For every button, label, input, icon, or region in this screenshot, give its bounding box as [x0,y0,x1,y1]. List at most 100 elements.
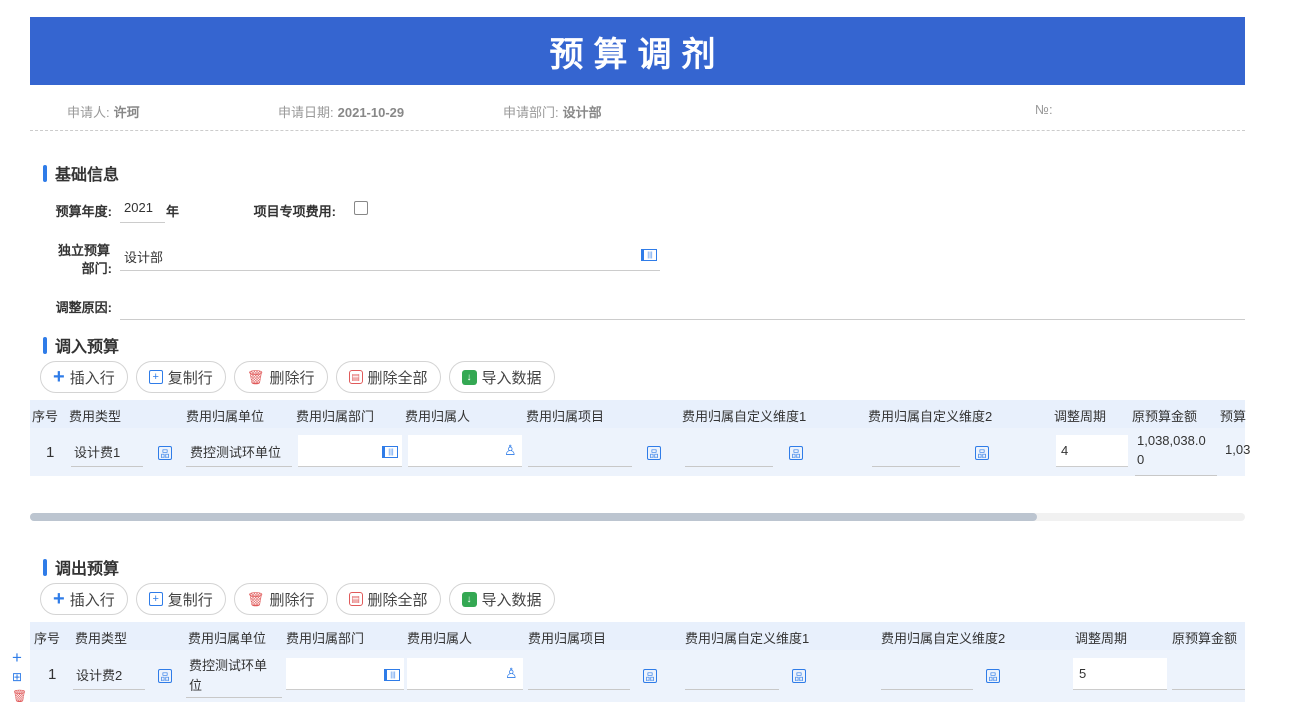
tree-picker-icon[interactable]: 品 [789,446,803,460]
reason-input[interactable] [120,319,1245,320]
year-underline [120,222,165,223]
user-icon[interactable]: ♙ [505,665,518,682]
col-no: 序号 [34,631,61,646]
col-person: 费用归属人 [407,631,473,646]
section-basic-title: 基础信息 [55,167,120,184]
col-dim1: 费用归属自定义维度1 [682,409,807,424]
out-table-row: 1 设计费2 品 费控测试环单 位 ||| ♙ 品 品 品 5 [30,650,1245,702]
tree-picker-icon[interactable]: 品 [792,669,806,683]
col-person: 费用归属人 [405,409,471,424]
dim1-field[interactable] [685,434,773,467]
type-value: 设计费2 [76,668,123,683]
tree-picker-icon[interactable]: 品 [158,446,172,460]
row-delete-icon[interactable]: 🗑 [12,689,27,703]
section-out-title: 调出预算 [55,561,120,578]
orig-amount-line1: 1,038,038.0 [1137,433,1206,448]
col-type: 费用类型 [75,631,128,646]
col-type: 费用类型 [69,409,122,424]
copy-label: 复制行 [167,591,213,609]
user-icon[interactable]: ♙ [504,442,517,459]
row-no: 1 [48,666,57,683]
row-add-icon[interactable]: + [12,648,22,668]
year-unit: 年 [166,204,180,219]
col-project: 费用归属项目 [528,631,607,646]
unit-value-line1: 费控测试环单 [189,658,268,673]
dept-value: 设计部 [562,105,602,120]
col-no: 序号 [32,409,59,424]
col-unit: 费用归属单位 [186,409,265,424]
dept-picker-icon[interactable]: ||| [382,446,398,458]
insert-row-button[interactable]: + 插入行 [40,583,128,615]
section-in-title: 调入预算 [55,339,120,356]
col-orig-amount: 原预算金额 [1132,409,1198,424]
reason-label: 调整原因: [55,300,112,315]
project-checkbox[interactable] [354,201,368,215]
year-input[interactable]: 2021 [124,200,153,215]
col-project: 费用归属项目 [526,409,605,424]
applicant-label: 申请人: [67,105,110,120]
year-label: 预算年度: [55,204,112,219]
row-copy-icon[interactable]: ⊞ [12,670,22,684]
delete-row-button[interactable]: 🗑 删除行 [233,583,328,615]
delete-label: 删除行 [269,591,315,609]
in-budget-toolbar: + 插入行 + 复制行 🗑 删除行 ▤ 删除全部 ↓ 导入数据 [40,361,555,393]
insert-label: 插入行 [69,369,115,387]
col-dim2: 费用归属自定义维度2 [881,631,1006,646]
section-marker [43,336,47,354]
title-banner: 预算调剂 [30,17,1245,85]
tree-picker-icon[interactable]: 品 [643,669,657,683]
indep-dept-input[interactable]: 设计部 [124,247,163,266]
row-no: 1 [46,444,55,461]
indep-dept-underline [120,270,660,271]
dept-label: 申请部门: [503,105,559,120]
in-table-row: 1 设计费1 品 费控测试环单位 ||| ♙ 品 品 品 4 1,038,038… [30,428,1250,476]
import-data-button[interactable]: ↓ 导入数据 [448,583,555,615]
import-data-button[interactable]: ↓ 导入数据 [448,361,555,393]
copy-icon: + [148,592,163,606]
dept-picker-icon[interactable]: ||| [384,669,400,681]
dim1-field[interactable] [685,656,779,690]
import-icon: ↓ [461,591,477,607]
plus-icon: + [53,365,65,388]
number-label: №: [1035,102,1053,117]
period-input[interactable] [1073,658,1167,690]
import-label: 导入数据 [481,369,542,387]
tree-picker-icon[interactable]: 品 [986,669,1000,683]
scrollbar-thumb[interactable] [30,513,1037,521]
project-field[interactable] [528,656,630,690]
trash-all-icon: ▤ [348,592,363,606]
trash-icon: 🗑 [246,590,265,607]
date-value: 2021-10-29 [337,105,405,120]
col-dim1: 费用归属自定义维度1 [685,631,810,646]
import-icon: ↓ [461,369,477,385]
dim2-field[interactable] [872,434,960,467]
section-in-budget: 调入预算 [43,333,119,357]
out-budget-toolbar: + 插入行 + 复制行 🗑 删除行 ▤ 删除全部 ↓ 导入数据 [40,583,555,615]
tree-picker-icon[interactable]: 品 [158,669,172,683]
section-basic-info: 基础信息 [43,161,119,185]
page-title: 预算调剂 [549,35,726,74]
dim2-field[interactable] [881,656,973,690]
col-dept: 费用归属部门 [296,409,375,424]
trash-icon: 🗑 [246,368,265,385]
delete-all-button[interactable]: ▤ 删除全部 [335,361,441,393]
orig-amount-line2: 0 [1137,452,1145,467]
copy-row-button[interactable]: + 复制行 [135,583,226,615]
project-label: 项目专项费用: [253,204,336,219]
delete-all-button[interactable]: ▤ 删除全部 [335,583,441,615]
tree-picker-icon[interactable]: 品 [975,446,989,460]
date-label: 申请日期: [278,105,334,120]
delete-row-button[interactable]: 🗑 删除行 [233,361,328,393]
project-field[interactable] [528,434,632,467]
delete-all-label: 删除全部 [367,591,428,609]
budget-value: 1,03 [1225,442,1251,457]
col-dim2: 费用归属自定义维度2 [868,409,993,424]
insert-row-button[interactable]: + 插入行 [40,361,128,393]
dept-meta: 申请部门: 设计部 [503,102,602,121]
in-table-header: 序号 费用类型 费用归属单位 费用归属部门 费用归属人 费用归属项目 费用归属自… [30,400,1246,428]
applicant-meta: 申请人: 许珂 [67,102,140,121]
date-meta: 申请日期: 2021-10-29 [278,102,404,121]
dept-picker-icon[interactable]: ||| [641,249,657,261]
copy-row-button[interactable]: + 复制行 [135,361,226,393]
tree-picker-icon[interactable]: 品 [647,446,661,460]
